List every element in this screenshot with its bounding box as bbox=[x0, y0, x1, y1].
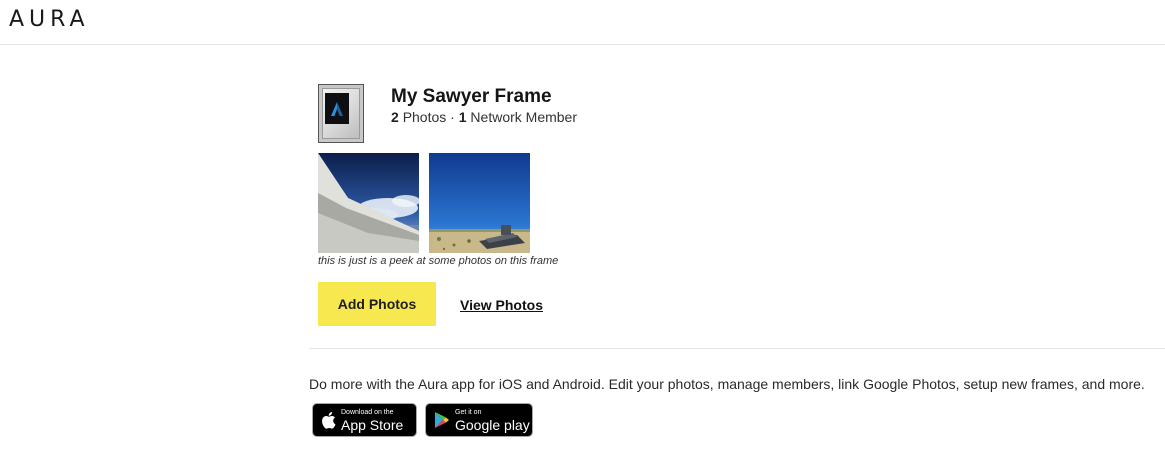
apple-icon bbox=[321, 411, 336, 429]
frame-title: My Sawyer Frame bbox=[391, 86, 552, 107]
preview-caption: this is just is a peek at some photos on… bbox=[318, 255, 559, 267]
photo-count-label: Photos bbox=[402, 109, 447, 125]
app-promo-text: Do more with the Aura app for iOS and An… bbox=[309, 376, 1145, 392]
frame-stats: 2 Photos · 1 Network Member bbox=[391, 109, 577, 125]
google-play-small-text: Get it on bbox=[455, 408, 482, 416]
stats-separator: · bbox=[450, 109, 455, 125]
add-photos-button[interactable]: Add Photos bbox=[318, 282, 436, 326]
app-store-label: App Store bbox=[341, 416, 404, 433]
section-divider bbox=[309, 348, 1165, 349]
app-store-small-text: Download on the bbox=[341, 408, 394, 416]
member-count-label: Network Member bbox=[470, 109, 578, 125]
view-photos-link[interactable]: View Photos bbox=[460, 297, 543, 313]
aura-logo-icon bbox=[325, 93, 349, 124]
aura-logo[interactable]: AURA bbox=[9, 7, 90, 32]
top-bar: AURA bbox=[0, 0, 1165, 45]
google-play-icon bbox=[434, 411, 450, 429]
photo-preview-seawall bbox=[318, 153, 419, 253]
member-count: 1 bbox=[458, 109, 467, 125]
google-play-badge[interactable]: Get it on Google play bbox=[425, 403, 533, 437]
google-play-label: Google play bbox=[455, 416, 530, 433]
app-store-badge[interactable]: Download on the App Store bbox=[312, 403, 417, 437]
photo-count: 2 bbox=[391, 109, 399, 125]
photo-preview-beach-boat bbox=[429, 153, 530, 253]
frame-thumbnail bbox=[318, 84, 364, 143]
